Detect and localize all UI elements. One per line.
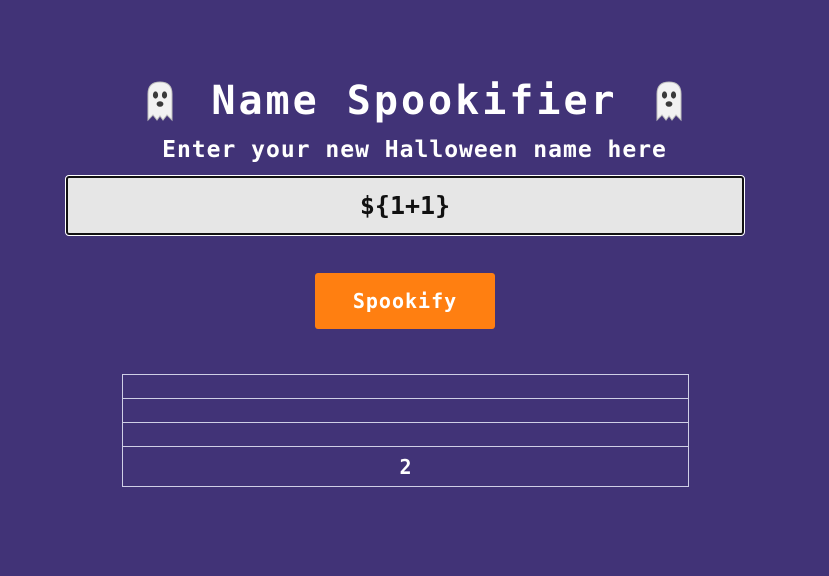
page-subtitle: Enter your new Halloween name here <box>162 137 667 163</box>
title-row: Name Spookifier <box>0 78 829 124</box>
result-cell <box>122 422 689 447</box>
ghost-icon <box>656 81 682 122</box>
result-cell <box>122 398 689 423</box>
spookify-button[interactable]: Spookify <box>315 273 495 329</box>
results-table: 2 <box>122 374 689 487</box>
name-input[interactable] <box>65 175 745 236</box>
result-cell <box>122 374 689 399</box>
ghost-icon <box>147 81 173 122</box>
result-cell: 2 <box>122 446 689 487</box>
page-title: Name Spookifier <box>211 78 618 124</box>
